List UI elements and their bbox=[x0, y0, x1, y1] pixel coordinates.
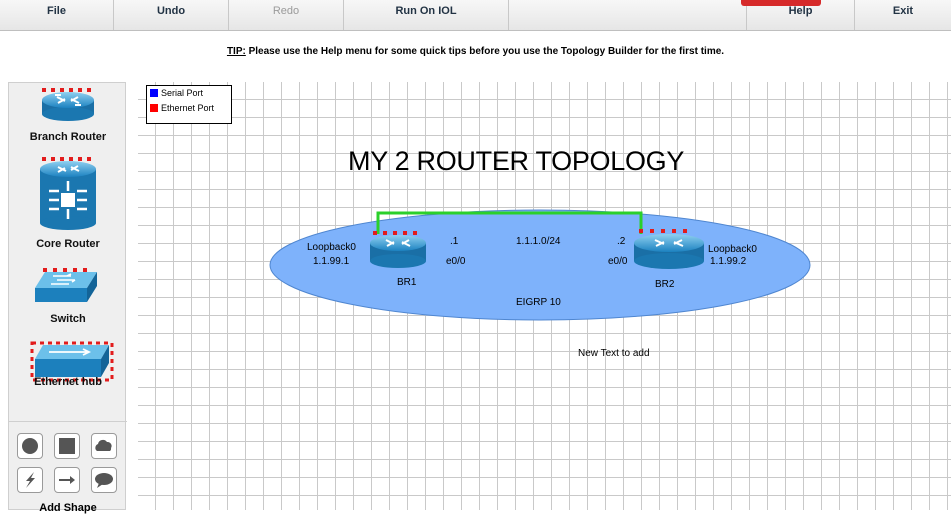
br2-host-label[interactable]: .2 bbox=[617, 236, 625, 247]
new-text-label[interactable]: New Text to add bbox=[578, 348, 650, 359]
eigrp-area-label[interactable]: EIGRP 10 bbox=[516, 297, 561, 308]
topology-diagram bbox=[269, 209, 811, 321]
br2-interface-label[interactable]: e0/0 bbox=[608, 256, 627, 267]
br2-loopback-label[interactable]: Loopback0 bbox=[708, 244, 757, 255]
br1-loopback-label[interactable]: Loopback0 bbox=[307, 242, 356, 253]
br1-host-label[interactable]: .1 bbox=[450, 236, 458, 247]
br1-interface-label[interactable]: e0/0 bbox=[446, 256, 465, 267]
network-label[interactable]: 1.1.1.0/24 bbox=[516, 236, 560, 247]
br1-name-label[interactable]: BR1 bbox=[397, 277, 416, 288]
br2-name-label[interactable]: BR2 bbox=[655, 279, 674, 290]
br2-loopback-ip[interactable]: 1.1.99.2 bbox=[710, 256, 746, 267]
br1-loopback-ip[interactable]: 1.1.99.1 bbox=[313, 256, 349, 267]
